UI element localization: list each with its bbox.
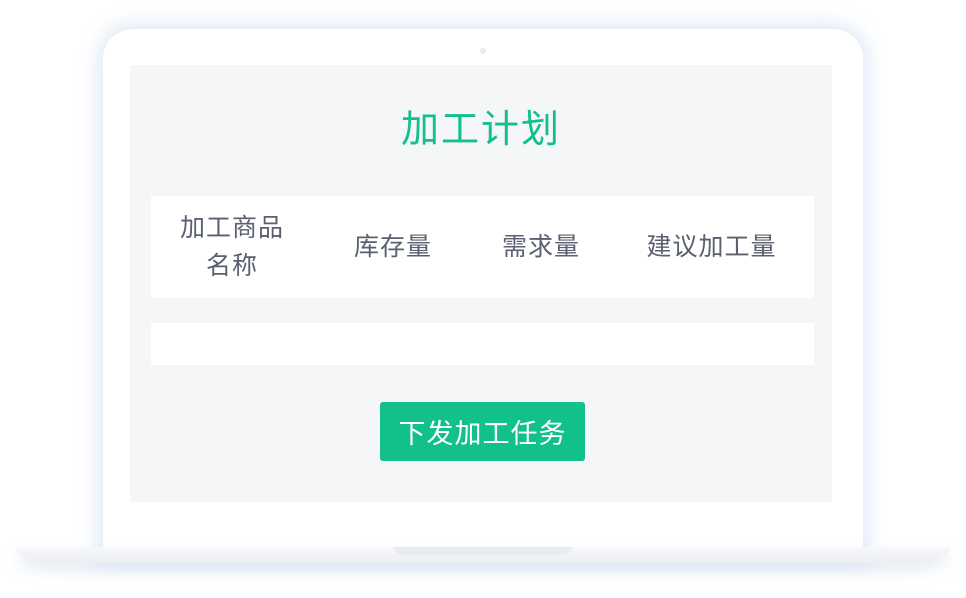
column-header-stock: 库存量 xyxy=(353,232,432,261)
column-header-product-name-line1: 加工商品 xyxy=(179,213,284,242)
laptop-hinge xyxy=(394,547,572,555)
column-header-suggested-quantity: 建议加工量 xyxy=(646,232,777,261)
column-header-demand: 需求量 xyxy=(501,232,580,261)
app-screen: 加工计划 加工商品 名称 库存量 需求量 建议加工量 下发加工任务 xyxy=(130,65,832,502)
column-header-product-name-line2: 名称 xyxy=(205,251,258,280)
dispatch-task-button[interactable]: 下发加工任务 xyxy=(380,402,585,461)
column-header-product-name: 加工商品 名称 xyxy=(151,196,313,298)
page-title: 加工计划 xyxy=(400,107,561,151)
camera-icon xyxy=(480,48,486,54)
table-row[interactable] xyxy=(151,323,814,365)
table-header: 加工商品 名称 库存量 需求量 建议加工量 xyxy=(151,196,814,298)
